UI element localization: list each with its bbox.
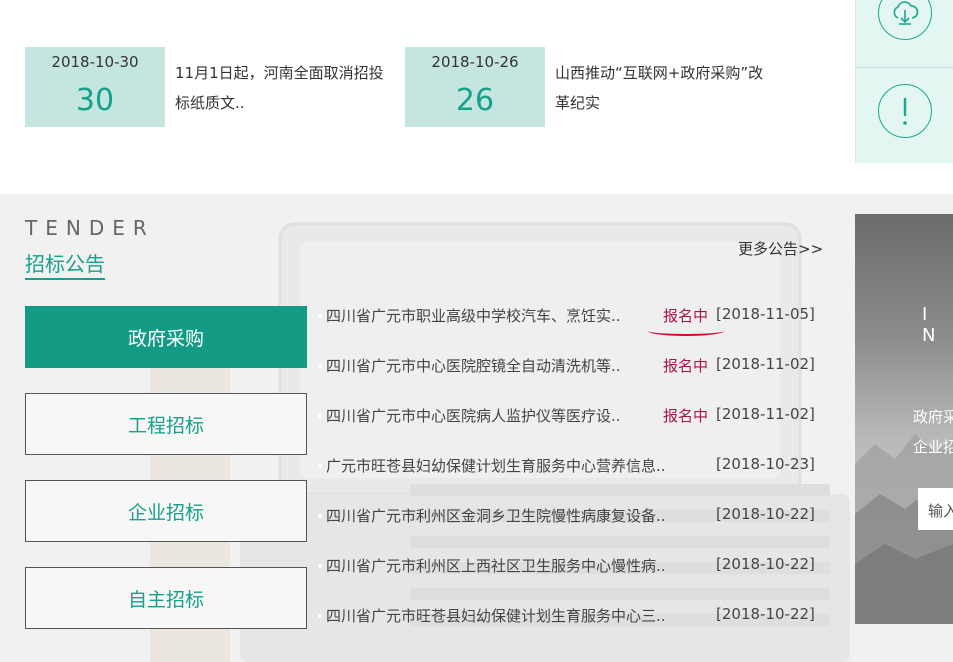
news-day: 30 — [75, 83, 115, 118]
notice-status: 报名中 — [663, 357, 709, 375]
section-title: 招标公告 — [25, 248, 105, 280]
tool-divider — [856, 67, 953, 68]
category-enterprise-tender[interactable]: 企业招标 — [25, 480, 307, 542]
notice-title[interactable]: 四川省广元市职业高级中学校汽车、烹饪实.. — [326, 305, 621, 326]
news-title[interactable]: 山西推动“互联网+政府采购”改革纪实 — [555, 58, 765, 118]
notice-date: [2018-11-02] — [716, 355, 815, 373]
bullet-icon — [318, 614, 322, 618]
notice-row[interactable]: 四川省广元市旺苍县妇幼保健计划生育服务中心三.. [2018-10-22] — [318, 592, 818, 642]
notice-title[interactable]: 四川省广元市旺苍县妇幼保健计划生育服务中心三.. — [326, 605, 666, 626]
tender-section: TENDER 招标公告 更多公告>> 政府采购 工程招标 企业招标 自主招标 四… — [0, 194, 953, 662]
cloud-download-icon — [893, 1, 919, 25]
notice-date: [2018-10-23] — [716, 455, 815, 473]
bullet-icon — [318, 564, 322, 568]
notice-row[interactable]: 四川省广元市利州区上西社区卫生服务中心慢性病.. [2018-10-22] — [318, 542, 818, 592]
notice-title[interactable]: 广元市旺苍县妇幼保健计划生育服务中心营养信息.. — [326, 455, 666, 476]
category-independent-tender[interactable]: 自主招标 — [25, 567, 307, 629]
notice-date: [2018-10-22] — [716, 505, 815, 523]
notice-row[interactable]: 四川省广元市中心医院病人监护仪等医疗设.. 报名中 [2018-11-02] — [318, 392, 818, 442]
promo-heading: I N — [922, 304, 948, 346]
news-date: 2018-10-26 — [431, 53, 519, 71]
notice-status: 报名中 — [663, 407, 709, 425]
notice-status: 报名中 — [663, 307, 709, 325]
notice-title[interactable]: 四川省广元市中心医院腔镜全自动清洗机等.. — [326, 355, 621, 376]
news-date-box: 2018-10-26 26 — [405, 47, 545, 127]
notice-title[interactable]: 四川省广元市利州区上西社区卫生服务中心慢性病.. — [326, 555, 666, 576]
section-title-en: TENDER — [25, 216, 155, 240]
notice-title[interactable]: 四川省广元市利州区金洞乡卫生院慢性病康复设备.. — [326, 505, 666, 526]
download-button[interactable] — [878, 0, 932, 40]
notice-row[interactable]: 广元市旺苍县妇幼保健计划生育服务中心营养信息.. [2018-10-23] — [318, 442, 818, 492]
notice-date: [2018-10-22] — [716, 605, 815, 623]
news-date: 2018-10-30 — [51, 53, 139, 71]
bullet-icon — [318, 364, 322, 368]
news-title[interactable]: 11月1日起，河南全面取消招投标纸质文.. — [175, 58, 385, 118]
category-government-procurement[interactable]: 政府采购 — [25, 306, 307, 368]
promo-line: 政府采 — [913, 408, 953, 426]
news-strip: 2018-10-30 30 11月1日起，河南全面取消招投标纸质文.. 2018… — [0, 0, 953, 194]
notice-row[interactable]: 四川省广元市职业高级中学校汽车、烹饪实.. 报名中 [2018-11-05] — [318, 292, 818, 342]
exclamation-icon — [903, 98, 907, 125]
notice-date: [2018-10-22] — [716, 555, 815, 573]
news-date-box: 2018-10-30 30 — [25, 47, 165, 127]
notice-date: [2018-11-05] — [716, 305, 815, 323]
red-underline-annotation — [648, 326, 724, 336]
promo-panel: I N 政府采 企业招 输入 — [855, 214, 953, 624]
floating-tool-panel — [855, 0, 953, 163]
alert-button[interactable] — [878, 84, 932, 138]
search-input[interactable]: 输入 — [918, 488, 953, 530]
bullet-icon — [318, 514, 322, 518]
notice-title[interactable]: 四川省广元市中心医院病人监护仪等医疗设.. — [326, 405, 621, 426]
notice-row[interactable]: 四川省广元市利州区金洞乡卫生院慢性病康复设备.. [2018-10-22] — [318, 492, 818, 542]
more-notices-link[interactable]: 更多公告>> — [738, 238, 823, 259]
notice-row[interactable]: 四川省广元市中心医院腔镜全自动清洗机等.. 报名中 [2018-11-02] — [318, 342, 818, 392]
bullet-icon — [318, 314, 322, 318]
bullet-icon — [318, 414, 322, 418]
promo-line: 企业招 — [913, 438, 953, 456]
bullet-icon — [318, 464, 322, 468]
news-day: 26 — [455, 83, 495, 118]
category-engineering-tender[interactable]: 工程招标 — [25, 393, 307, 455]
notice-date: [2018-11-02] — [716, 405, 815, 423]
